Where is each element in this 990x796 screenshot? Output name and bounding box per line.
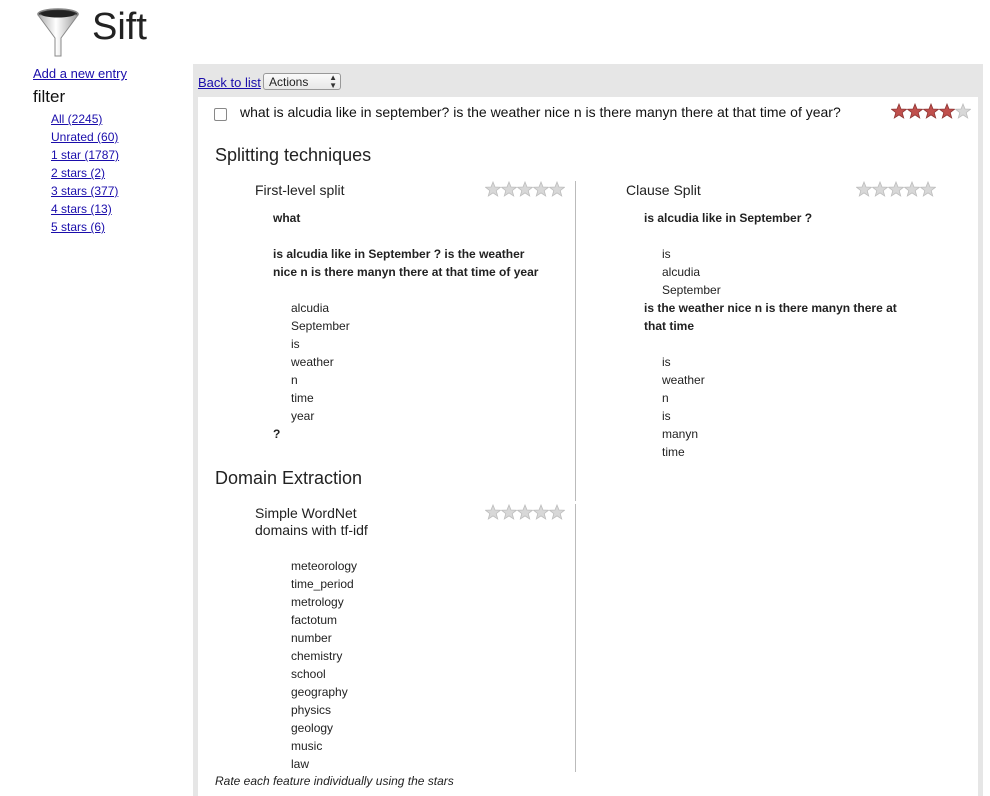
feature-line: physics <box>291 703 332 717</box>
feature-line: geology <box>291 721 334 735</box>
filter-2-stars-link[interactable]: 2 stars (2) <box>51 166 105 180</box>
app-title: Sift <box>92 6 147 48</box>
feature-line: is <box>662 247 671 261</box>
star-empty-icon[interactable] <box>888 181 904 197</box>
feature-line: is alcudia like in September ? is the we… <box>273 247 525 261</box>
feature-line: geography <box>291 685 348 699</box>
feature-star-rating-wordnet-domains[interactable] <box>485 504 565 520</box>
entry-checkbox[interactable] <box>214 108 227 121</box>
star-empty-icon[interactable] <box>904 181 920 197</box>
feature-star-rating-first-level-split[interactable] <box>485 181 565 197</box>
star-empty-icon[interactable] <box>517 181 533 197</box>
star-empty-icon[interactable] <box>955 103 971 119</box>
feature-line: that time <box>644 319 695 333</box>
feature-line: year <box>291 409 315 423</box>
feature-line: time <box>662 445 685 459</box>
star-empty-icon[interactable] <box>920 181 936 197</box>
column-divider <box>575 504 576 772</box>
feature-line: alcudia <box>291 301 330 315</box>
feature-line: metrology <box>291 595 344 609</box>
filter-unrated-link[interactable]: Unrated (60) <box>51 130 118 144</box>
star-empty-icon[interactable] <box>485 504 501 520</box>
feature-line: n <box>662 391 669 405</box>
actions-select-value: Actions <box>269 75 309 89</box>
feature-star-rating-clause-split[interactable] <box>856 181 936 197</box>
filter-4-stars-link[interactable]: 4 stars (13) <box>51 202 112 216</box>
star-empty-icon[interactable] <box>533 504 549 520</box>
feature-line: weather <box>291 355 334 369</box>
feature-title-clause-split: Clause Split <box>626 182 701 198</box>
filter-heading: filter <box>33 87 66 106</box>
star-filled-icon[interactable] <box>939 103 955 119</box>
filter-3-stars-link[interactable]: 3 stars (377) <box>51 184 118 198</box>
feature-line: is the weather nice n is there manyn the… <box>644 301 897 315</box>
feature-line: law <box>291 757 310 771</box>
feature-line: factotum <box>291 613 338 627</box>
star-empty-icon[interactable] <box>549 504 565 520</box>
star-empty-icon[interactable] <box>501 181 517 197</box>
footer-note: Rate each feature individually using the… <box>215 774 454 788</box>
star-empty-icon[interactable] <box>485 181 501 197</box>
entry-content: what is alcudia like in september? is th… <box>198 97 978 796</box>
feature-line: music <box>291 739 323 753</box>
star-empty-icon[interactable] <box>549 181 565 197</box>
funnel-logo-icon <box>37 8 79 57</box>
actions-select[interactable]: Actions ▲ ▼ <box>263 73 341 90</box>
feature-line: manyn <box>662 427 699 441</box>
feature-line: is alcudia like in September ? <box>644 211 813 225</box>
feature-title-first-level-split: First-level split <box>255 182 345 198</box>
filter-list: All (2245) Unrated (60) 1 star (1787) 2 … <box>51 110 119 236</box>
star-filled-icon[interactable] <box>891 103 907 119</box>
star-empty-icon[interactable] <box>501 504 517 520</box>
feature-line: September <box>662 283 721 297</box>
feature-line: ? <box>273 427 281 441</box>
star-filled-icon[interactable] <box>907 103 923 119</box>
select-arrows-icon: ▲ ▼ <box>329 73 337 90</box>
feature-title-wordnet-domains: Simple WordNet domains with tf-idf <box>255 505 368 538</box>
feature-line: September <box>291 319 350 333</box>
feature-line: time <box>291 391 314 405</box>
entry-panel: Back to list Actions ▲ ▼ what is alcudia … <box>193 64 983 796</box>
column-divider <box>575 181 576 501</box>
feature-line: time_period <box>291 577 354 591</box>
star-filled-icon[interactable] <box>923 103 939 119</box>
feature-line: alcudia <box>662 265 701 279</box>
feature-line: is <box>662 355 671 369</box>
section-title-domain-extraction: Domain Extraction <box>215 468 363 488</box>
feature-line: n <box>291 373 298 387</box>
feature-line: number <box>291 631 332 645</box>
section-title-splitting: Splitting techniques <box>215 145 372 165</box>
feature-line: is <box>291 337 300 351</box>
feature-line: nice n is there manyn there at that time… <box>273 265 539 279</box>
filter-5-stars-link[interactable]: 5 stars (6) <box>51 220 105 234</box>
feature-line: meteorology <box>291 559 358 573</box>
feature-line: chemistry <box>291 649 343 663</box>
entry-text: what is alcudia like in september? is th… <box>240 104 841 120</box>
star-empty-icon[interactable] <box>533 181 549 197</box>
entry-star-rating[interactable] <box>891 103 971 119</box>
filter-1-star-link[interactable]: 1 star (1787) <box>51 148 119 162</box>
filter-all-link[interactable]: All (2245) <box>51 112 102 126</box>
star-empty-icon[interactable] <box>856 181 872 197</box>
star-empty-icon[interactable] <box>872 181 888 197</box>
feature-line: what <box>273 211 301 225</box>
star-empty-icon[interactable] <box>517 504 533 520</box>
feature-line: weather <box>662 373 705 387</box>
back-to-list-link[interactable]: Back to list <box>198 75 261 90</box>
add-new-entry-link[interactable]: Add a new entry <box>33 66 127 81</box>
feature-line: school <box>291 667 326 681</box>
feature-line: is <box>662 409 671 423</box>
